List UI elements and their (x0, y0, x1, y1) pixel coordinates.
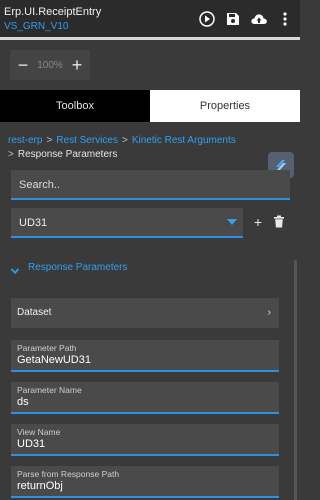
view-name-field[interactable]: View Name UD31 (11, 424, 279, 456)
tab-bar: Toolbox Properties (0, 90, 300, 122)
zoom-level: 100% (37, 59, 63, 71)
zoom-control: − 100% + (10, 50, 90, 80)
dataset-select[interactable]: UD31 (11, 208, 243, 238)
breadcrumb-item-rest-services[interactable]: Rest Services (56, 135, 118, 146)
breadcrumb-item-rest-erp[interactable]: rest-erp (8, 135, 42, 146)
section-title: Response Parameters (28, 262, 128, 273)
scrollbar[interactable] (294, 260, 297, 500)
search-input[interactable]: Search.. (11, 170, 290, 200)
breadcrumb-current: Response Parameters (17, 149, 118, 160)
chevron-down-icon[interactable] (227, 219, 237, 225)
parameter-path-field[interactable]: Parameter Path GetaNewUD31 (11, 340, 279, 372)
save-icon[interactable] (224, 10, 242, 28)
add-button[interactable]: + (251, 214, 265, 230)
app-header: Erp.UI.ReceiptEntry VS_GRN_V10 (0, 0, 300, 40)
field-label: Parameter Name (17, 385, 82, 395)
breadcrumb-separator: > (46, 135, 53, 146)
tab-toolbox[interactable]: Toolbox (0, 90, 150, 122)
select-value: UD31 (19, 217, 48, 229)
dataset-row[interactable]: Dataset › (11, 298, 279, 328)
properties-panel: rest-erp > Rest Services > Kinetic Rest Argu… (0, 122, 300, 500)
field-value: GetaNewUD31 (17, 354, 91, 366)
field-value: returnObj (17, 480, 63, 492)
chevron-down-icon[interactable] (10, 263, 20, 274)
field-value: UD31 (17, 438, 46, 450)
breadcrumb-separator: > (121, 135, 128, 146)
zoom-in-button[interactable]: + (70, 56, 84, 74)
section-header[interactable]: Response Parameters (10, 262, 128, 274)
parse-response-path-field[interactable]: Parse from Response Path returnObj (11, 466, 279, 498)
app-subtitle[interactable]: VS_GRN_V10 (4, 21, 68, 32)
field-value: ds (17, 396, 29, 408)
field-label: Parameter Path (17, 343, 77, 353)
tab-properties[interactable]: Properties (150, 90, 300, 122)
chevron-right-icon: › (267, 307, 271, 318)
more-vert-icon[interactable] (276, 10, 294, 28)
breadcrumb-item-kinetic-rest-arguments[interactable]: Kinetic Rest Arguments (132, 135, 236, 146)
field-label: View Name (17, 427, 61, 437)
trash-icon[interactable] (273, 215, 287, 229)
app-title: Erp.UI.ReceiptEntry (4, 6, 102, 18)
parameter-name-field[interactable]: Parameter Name ds (11, 382, 279, 414)
breadcrumb: rest-erp > Rest Services > Kinetic Rest Argu… (8, 134, 258, 162)
dataset-label: Dataset (17, 307, 52, 318)
cloud-upload-icon[interactable] (250, 10, 268, 28)
play-icon[interactable] (198, 10, 216, 28)
zoom-out-button[interactable]: − (16, 56, 30, 74)
field-label: Parse from Response Path (17, 469, 120, 479)
breadcrumb-separator: > (8, 149, 14, 160)
header-actions (198, 10, 294, 28)
